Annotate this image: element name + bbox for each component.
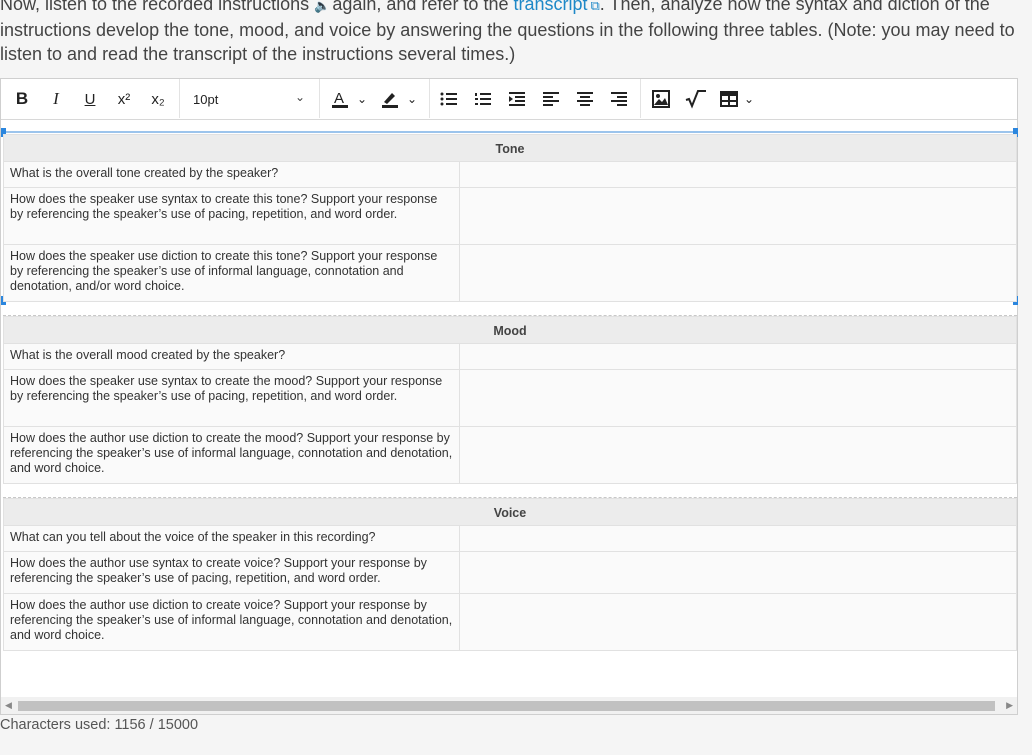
editor-toolbar: B I U x² x₂ 10pt ⌄ A ⌄ ⌄ ⌄ bbox=[1, 79, 1017, 120]
question-cell[interactable]: What can you tell about the voice of the… bbox=[3, 525, 460, 552]
subscript-icon: x₂ bbox=[151, 90, 165, 108]
table-heading: Tone bbox=[3, 134, 1017, 162]
align-center-button[interactable] bbox=[574, 87, 596, 111]
external-link-icon: ⧉ bbox=[590, 0, 600, 13]
bullet-list-icon bbox=[440, 92, 457, 106]
table-heading: Voice bbox=[3, 498, 1017, 526]
superscript-icon: x² bbox=[117, 90, 131, 108]
italic-button[interactable]: I bbox=[45, 87, 67, 111]
transcript-link[interactable]: transcript ⧉ bbox=[513, 0, 599, 14]
mood-table[interactable]: Mood What is the overall mood created by… bbox=[3, 316, 1017, 484]
answer-cell[interactable] bbox=[459, 551, 1017, 594]
answer-cell[interactable] bbox=[459, 369, 1017, 427]
table-heading: Mood bbox=[3, 316, 1017, 344]
horizontal-scrollbar[interactable]: ◀ ▶ bbox=[1, 697, 1017, 714]
numbered-list-button[interactable] bbox=[472, 87, 494, 111]
table-row: How does the speaker use diction to crea… bbox=[3, 244, 1017, 302]
font-size-select[interactable]: 10pt ⌄ bbox=[183, 87, 313, 111]
answer-cell[interactable] bbox=[459, 525, 1017, 552]
table-row: What is the overall tone created by the … bbox=[3, 161, 1017, 188]
align-center-icon bbox=[577, 92, 593, 106]
highlight-button[interactable] bbox=[379, 87, 401, 111]
table-row: How does the author use diction to creat… bbox=[3, 593, 1017, 651]
instructions-part1: Now, listen to the recorded instructions bbox=[0, 0, 315, 14]
characters-used-counter: Characters used: 1156 / 15000 bbox=[0, 717, 199, 733]
answer-cell[interactable] bbox=[459, 593, 1017, 651]
chevron-down-icon: ⌄ bbox=[743, 92, 755, 106]
chevron-down-icon: ⌄ bbox=[356, 92, 368, 106]
toolbar-divider bbox=[319, 79, 320, 118]
bold-icon: B bbox=[15, 89, 29, 108]
toolbar-divider bbox=[640, 79, 641, 118]
align-right-button[interactable] bbox=[608, 87, 630, 111]
align-left-icon bbox=[543, 92, 559, 106]
numbered-list-icon bbox=[475, 93, 491, 105]
svg-text:A: A bbox=[334, 90, 344, 107]
indent-icon bbox=[509, 92, 525, 106]
table-dropdown[interactable]: ⌄ bbox=[742, 87, 756, 111]
table-selection-top bbox=[3, 131, 1017, 133]
scroll-right-icon[interactable]: ▶ bbox=[1006, 700, 1013, 711]
equation-icon bbox=[685, 90, 706, 109]
instructions-part2: again, and refer to the bbox=[332, 0, 514, 14]
question-cell[interactable]: How does the author use diction to creat… bbox=[3, 593, 460, 651]
toolbar-divider bbox=[179, 79, 180, 118]
answer-cell[interactable] bbox=[459, 426, 1017, 484]
table-row: How does the speaker use syntax to creat… bbox=[3, 187, 1017, 245]
rich-text-editor[interactable]: B I U x² x₂ 10pt ⌄ A ⌄ ⌄ ⌄ Tone What is … bbox=[0, 78, 1018, 715]
answer-cell[interactable] bbox=[459, 244, 1017, 302]
table-row: How does the speaker use syntax to creat… bbox=[3, 369, 1017, 427]
tone-table[interactable]: Tone What is the overall tone created by… bbox=[3, 134, 1017, 302]
font-color-dropdown[interactable]: ⌄ bbox=[355, 87, 369, 111]
bold-button[interactable]: B bbox=[11, 87, 33, 111]
instructions-text: Now, listen to the recorded instructions… bbox=[0, 0, 1030, 66]
question-cell[interactable]: What is the overall mood created by the … bbox=[3, 343, 460, 370]
underline-icon: U bbox=[84, 90, 96, 108]
question-cell[interactable]: How does the speaker use diction to crea… bbox=[3, 244, 460, 302]
highlight-dropdown[interactable]: ⌄ bbox=[405, 87, 419, 111]
answer-cell[interactable] bbox=[459, 187, 1017, 245]
question-cell[interactable]: What is the overall tone created by the … bbox=[3, 161, 460, 188]
table-icon bbox=[720, 91, 738, 107]
insert-image-button[interactable] bbox=[650, 87, 672, 111]
align-left-button[interactable] bbox=[540, 87, 562, 111]
speaker-icon[interactable]: 🔈 bbox=[314, 0, 330, 18]
answer-cell[interactable] bbox=[459, 343, 1017, 370]
toolbar-divider bbox=[429, 79, 430, 118]
image-icon bbox=[652, 90, 670, 108]
table-row: What can you tell about the voice of the… bbox=[3, 525, 1017, 552]
transcript-link-label: transcript bbox=[513, 0, 588, 14]
align-right-icon bbox=[611, 92, 627, 106]
superscript-button[interactable]: x² bbox=[112, 87, 136, 111]
answer-cell[interactable] bbox=[459, 161, 1017, 188]
chevron-down-icon: ⌄ bbox=[406, 92, 418, 106]
italic-icon: I bbox=[53, 89, 59, 108]
insert-equation-button[interactable] bbox=[684, 87, 708, 111]
voice-table[interactable]: Voice What can you tell about the voice … bbox=[3, 498, 1017, 651]
scroll-left-icon[interactable]: ◀ bbox=[5, 700, 12, 711]
table-row: How does the author use syntax to create… bbox=[3, 551, 1017, 594]
font-size-value: 10pt bbox=[193, 91, 219, 107]
question-cell[interactable]: How does the author use diction to creat… bbox=[3, 426, 460, 484]
bullet-list-button[interactable] bbox=[438, 87, 460, 111]
question-cell[interactable]: How does the speaker use syntax to creat… bbox=[3, 369, 460, 427]
chevron-down-icon: ⌄ bbox=[294, 90, 305, 104]
scrollbar-thumb[interactable] bbox=[18, 701, 995, 711]
indent-button[interactable] bbox=[506, 87, 528, 111]
table-row: How does the author use diction to creat… bbox=[3, 426, 1017, 484]
highlight-icon bbox=[382, 93, 398, 108]
subscript-button[interactable]: x₂ bbox=[146, 87, 170, 111]
font-color-icon: A bbox=[332, 90, 348, 108]
insert-table-button[interactable] bbox=[718, 87, 740, 111]
underline-button[interactable]: U bbox=[79, 87, 101, 111]
question-cell[interactable]: How does the speaker use syntax to creat… bbox=[3, 187, 460, 245]
font-color-button[interactable]: A bbox=[329, 87, 351, 111]
table-row: What is the overall mood created by the … bbox=[3, 343, 1017, 370]
question-cell[interactable]: How does the author use syntax to create… bbox=[3, 551, 460, 594]
